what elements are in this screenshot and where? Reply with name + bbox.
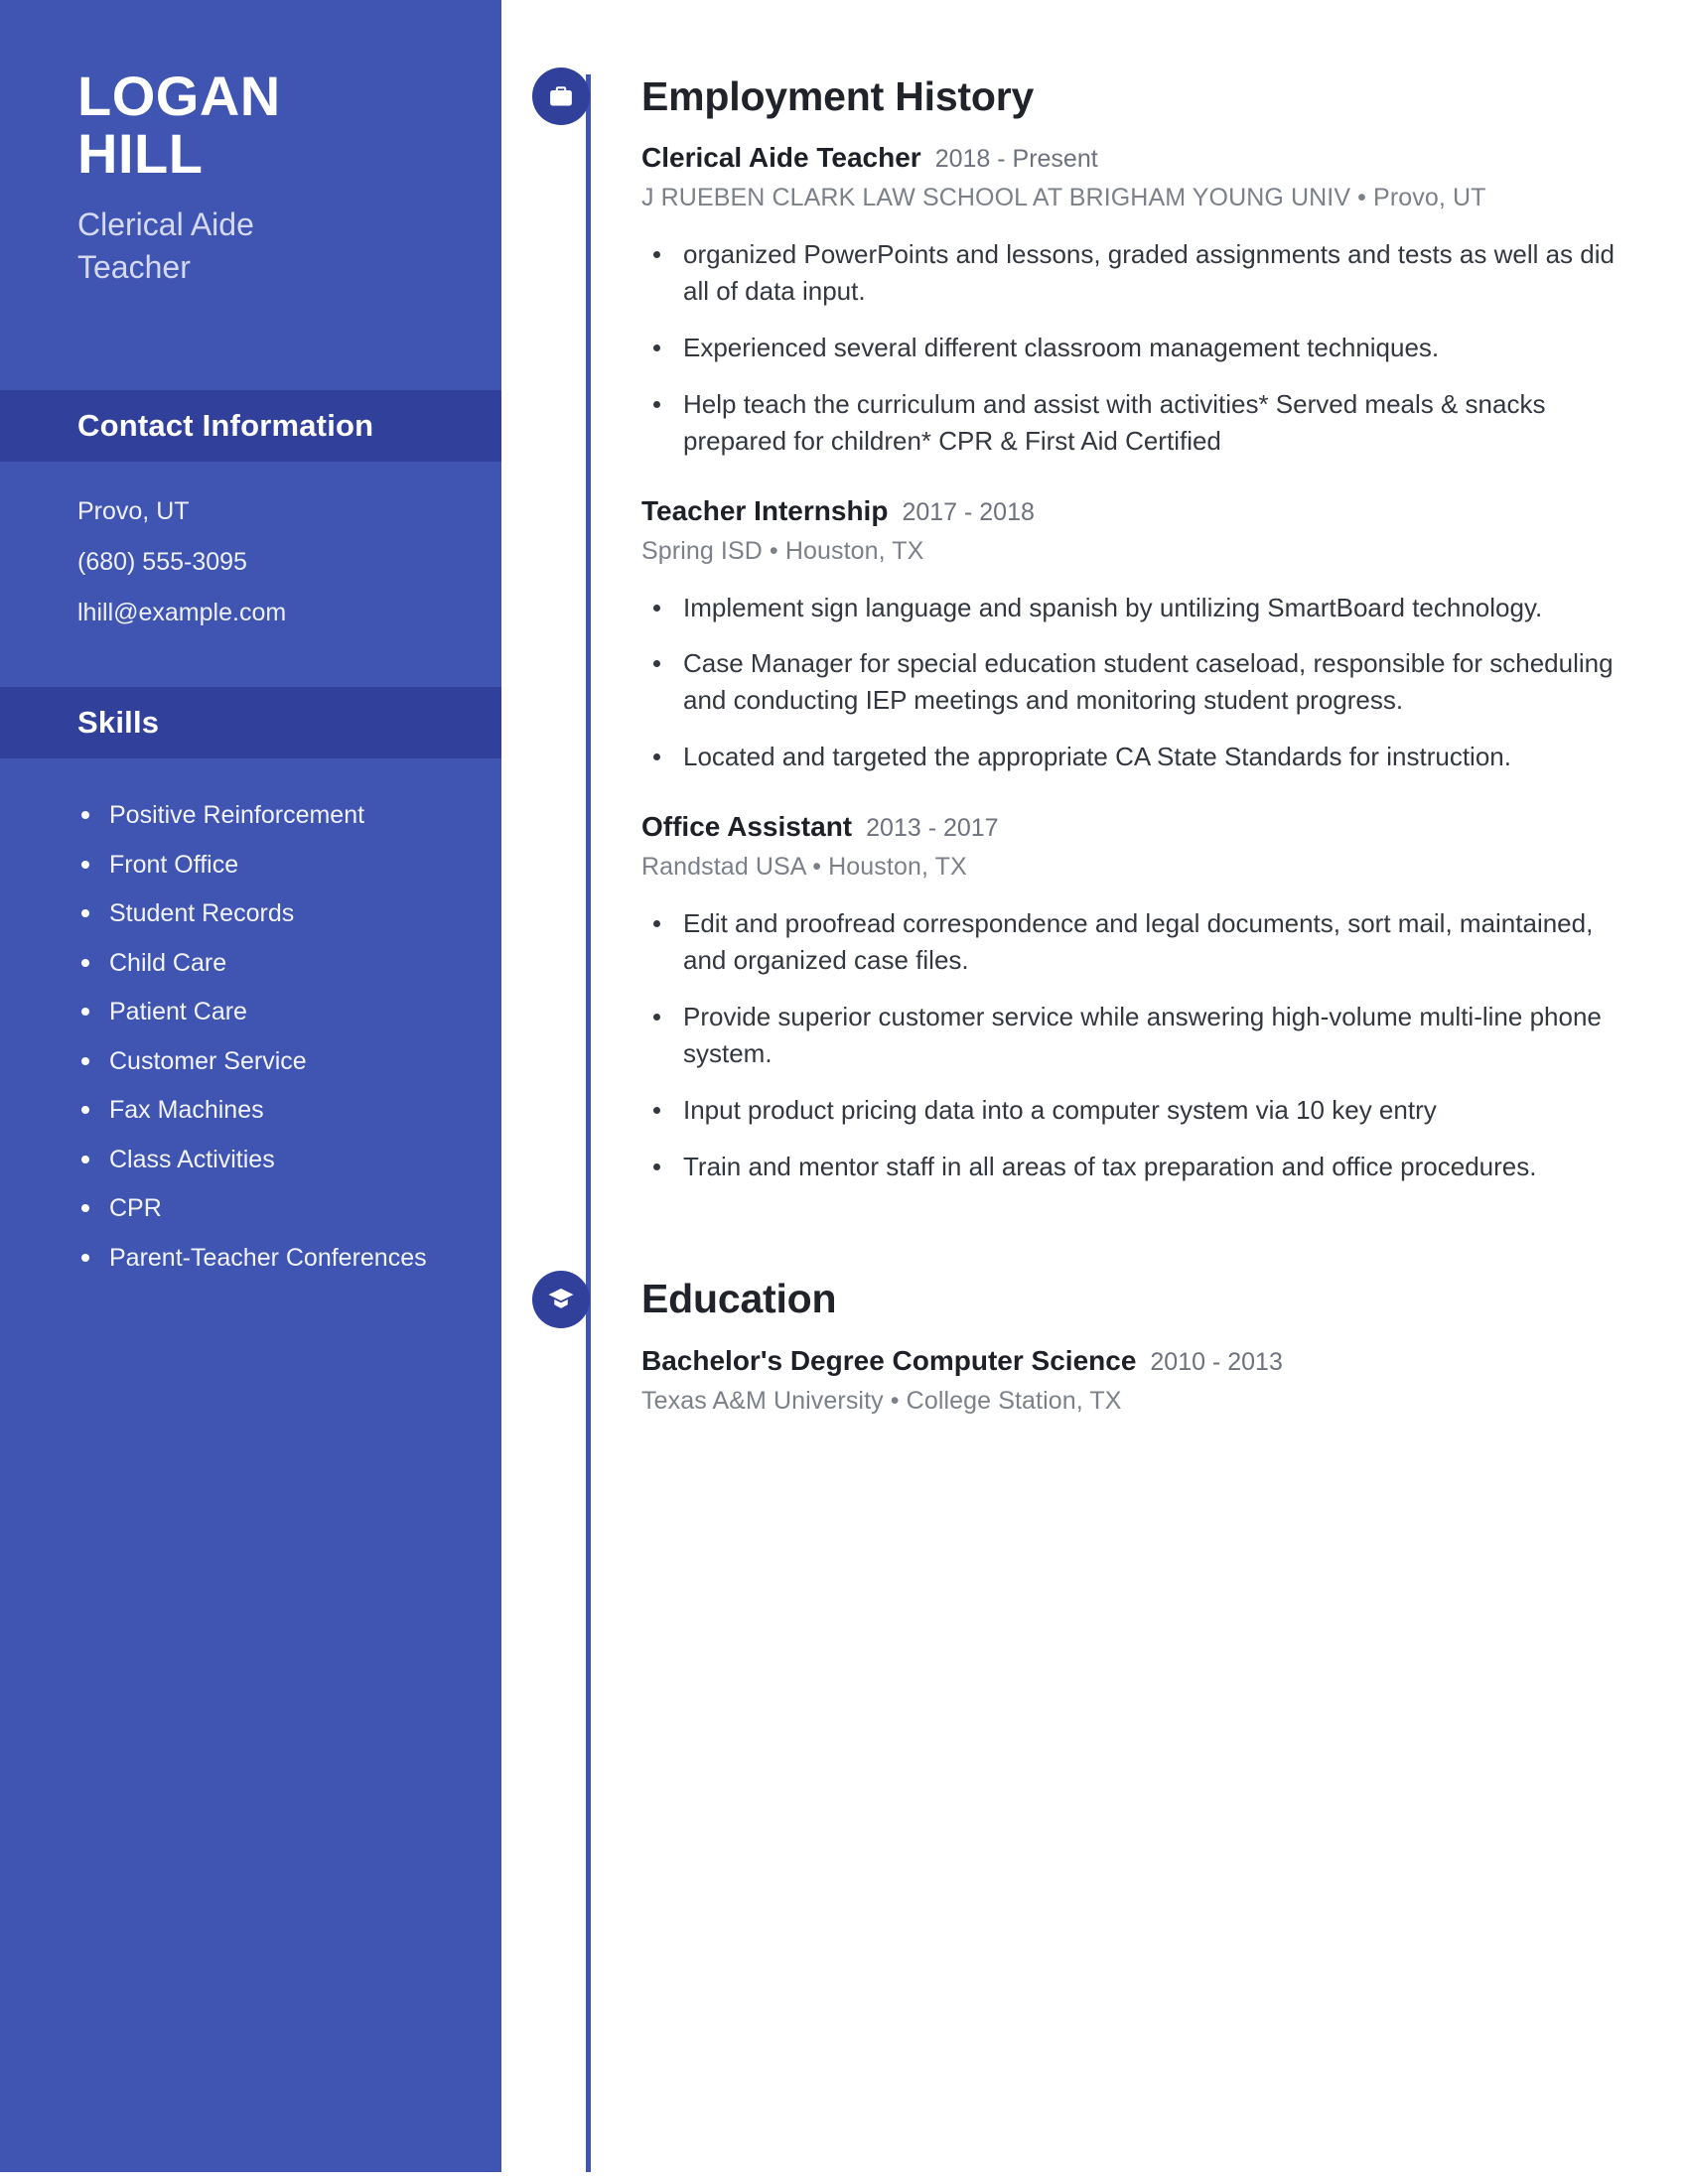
employment-entry: Teacher Internship 2017 - 2018 Spring IS…	[641, 495, 1644, 776]
education-entry-head: Bachelor's Degree Computer Science 2010 …	[641, 1345, 1644, 1377]
skill-item: Class Activities	[77, 1143, 458, 1177]
bullet-item: Train and mentor staff in all areas of t…	[641, 1149, 1634, 1185]
employment-entry-bullets: Implement sign language and spanish by u…	[641, 590, 1644, 776]
headline-line-2: Teacher	[77, 248, 191, 285]
employment-history-header: Employment History	[532, 62, 1644, 131]
employment-entry-subtitle: Randstad USA • Houston, TX	[641, 853, 967, 882]
bullet-item: Provide superior customer service while …	[641, 999, 1634, 1072]
bullet-item: Help teach the curriculum and assist wit…	[641, 386, 1634, 460]
full-name-line-1: LOGAN	[77, 65, 281, 127]
education-entry-dates: 2010 - 2013	[1150, 1347, 1283, 1376]
education-header: Education	[532, 1265, 1644, 1334]
employment-history-title: Employment History	[641, 72, 1035, 119]
employment-entry-subtitle: Spring ISD • Houston, TX	[641, 536, 924, 565]
employment-entry-head: Teacher Internship 2017 - 2018	[641, 495, 1644, 527]
contact-information-list: Provo, UT (680) 555-3095 lhill@example.c…	[0, 462, 501, 625]
bullet-item: organized PowerPoints and lessons, grade…	[641, 236, 1634, 310]
contact-email[interactable]: lhill@example.com	[77, 601, 462, 625]
contact-phone[interactable]: (680) 555-3095	[77, 550, 462, 575]
bullet-item: Edit and proofread correspondence and le…	[641, 905, 1634, 979]
employment-entry: Office Assistant 2013 - 2017 Randstad US…	[641, 811, 1644, 1184]
resume-page: LOGAN HILL Clerical Aide Teacher Contact…	[0, 0, 1688, 2184]
bullet-item: Input product pricing data into a comput…	[641, 1092, 1634, 1129]
education-section: Education Bachelor's Degree Computer Sci…	[532, 1265, 1644, 1416]
identity-block: LOGAN HILL Clerical Aide Teacher	[0, 0, 501, 288]
skill-item: Positive Reinforcement	[77, 798, 458, 833]
education-entry-title: Bachelor's Degree Computer Science	[641, 1344, 1137, 1376]
skill-item: Fax Machines	[77, 1093, 458, 1128]
employment-entry-title: Office Assistant	[641, 811, 853, 843]
employment-entry-subtitle: J RUEBEN CLARK LAW SCHOOL AT BRIGHAM YOU…	[641, 184, 1486, 211]
employment-entry-dates: 2013 - 2017	[866, 814, 999, 843]
skill-item: Front Office	[77, 848, 458, 883]
education-entry: Bachelor's Degree Computer Science 2010 …	[641, 1345, 1644, 1416]
bullet-item: Implement sign language and spanish by u…	[641, 590, 1634, 626]
employment-entry-dates: 2017 - 2018	[902, 497, 1035, 526]
bullet-item: Located and targeted the appropriate CA …	[641, 739, 1634, 775]
contact-information-header: Contact Information	[0, 390, 501, 463]
employment-entry-bullets: Edit and proofread correspondence and le…	[641, 905, 1644, 1184]
employment-entry: Clerical Aide Teacher 2018 - Present J R…	[641, 142, 1644, 460]
headline-block: Clerical Aide Teacher	[77, 204, 448, 288]
skills-header: Skills	[0, 687, 501, 759]
sidebar: LOGAN HILL Clerical Aide Teacher Contact…	[0, 0, 501, 2172]
main-content: Employment History Clerical Aide Teacher…	[532, 0, 1644, 1416]
employment-entry-title: Clerical Aide Teacher	[641, 142, 921, 173]
education-title: Education	[641, 1276, 837, 1322]
skill-item: Child Care	[77, 946, 458, 981]
employment-history-section: Employment History Clerical Aide Teacher…	[532, 62, 1644, 1185]
skill-item: Parent-Teacher Conferences	[77, 1241, 458, 1276]
bullet-item: Experienced several different classroom …	[641, 330, 1634, 366]
contact-location: Provo, UT	[77, 497, 190, 526]
employment-entry-head: Office Assistant 2013 - 2017	[641, 811, 1644, 843]
education-entry-subtitle: Texas A&M University • College Station, …	[641, 1386, 1122, 1415]
skill-item: Student Records	[77, 896, 458, 931]
skill-item: CPR	[77, 1191, 458, 1226]
graduation-cap-icon	[532, 1270, 590, 1328]
contact-information-title: Contact Information	[77, 408, 374, 444]
full-name-line-2: HILL	[77, 121, 204, 185]
employment-entry-dates: 2018 - Present	[934, 145, 1098, 173]
skills-title: Skills	[77, 705, 160, 741]
skill-item: Customer Service	[77, 1044, 458, 1079]
employment-entry-title: Teacher Internship	[641, 494, 889, 526]
skills-list: Positive Reinforcement Front Office Stud…	[0, 758, 501, 1275]
skill-item: Patient Care	[77, 995, 458, 1029]
bullet-item: Case Manager for special education stude…	[641, 645, 1634, 719]
timeline-rail	[586, 74, 591, 2172]
employment-entry-head: Clerical Aide Teacher 2018 - Present	[641, 142, 1644, 174]
employment-entry-bullets: organized PowerPoints and lessons, grade…	[641, 236, 1644, 460]
headline-line-1: Clerical Aide	[77, 206, 254, 243]
briefcase-icon	[532, 68, 590, 125]
